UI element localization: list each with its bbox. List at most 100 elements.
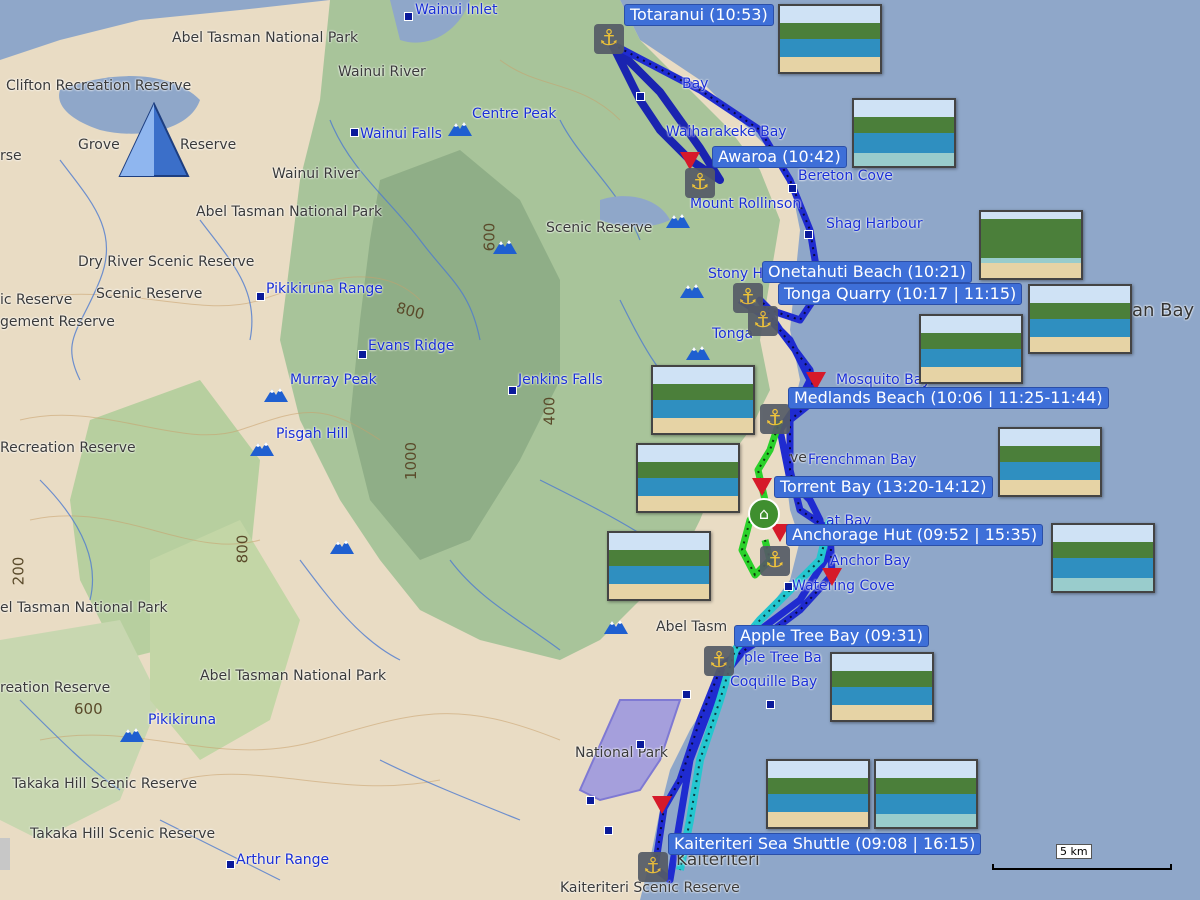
mountain-peak-icon[interactable] xyxy=(666,212,690,228)
poi-label: Arthur Range xyxy=(236,852,330,868)
place-label: gement Reserve xyxy=(0,314,115,330)
place-label: Abel Tasman National Park xyxy=(172,30,359,46)
place-label: Takaka Hill Scenic Reserve xyxy=(12,776,198,792)
mountain-peak-icon[interactable] xyxy=(250,440,274,456)
poi-marker[interactable] xyxy=(682,690,691,699)
elevation-label: 200 xyxy=(9,556,28,586)
stop-label-kaiteriteri[interactable]: Kaiteriteri Sea Shuttle (09:08 | 16:15) xyxy=(668,833,982,855)
poi-label: Pisgah Hill xyxy=(276,426,349,442)
poi-label: Anchor Bay xyxy=(830,553,911,569)
anchor-icon[interactable]: ⚓ xyxy=(638,852,668,882)
place-label: reation Reserve xyxy=(0,680,111,696)
place-label: Abel Tasman National Park xyxy=(196,204,383,220)
place-label: Abel Tasm xyxy=(656,619,728,635)
place-label: Scenic Reserve xyxy=(96,286,203,302)
place-label: el Tasman National Park xyxy=(0,600,168,616)
poi-marker[interactable] xyxy=(636,92,645,101)
anchor-icon[interactable]: ⚓ xyxy=(760,546,790,576)
photo-thumbnail[interactable] xyxy=(979,210,1083,280)
stop-label-anchorage-hut[interactable]: Anchorage Hut (09:52 | 15:35) xyxy=(786,524,1044,546)
elevation-label: 600 xyxy=(74,700,103,718)
place-label: Scenic Reserve xyxy=(546,220,653,236)
poi-marker[interactable] xyxy=(358,350,367,359)
place-label: National Park xyxy=(575,745,669,761)
poi-label: Bay xyxy=(682,76,709,92)
anchor-icon[interactable]: ⚓ xyxy=(685,168,715,198)
place-label: Recreation Reserve xyxy=(0,440,136,456)
photo-thumbnail[interactable] xyxy=(1028,284,1132,354)
poi-marker[interactable] xyxy=(508,386,517,395)
poi-marker[interactable] xyxy=(256,292,265,301)
photo-thumbnail[interactable] xyxy=(607,531,711,601)
mountain-peak-icon[interactable] xyxy=(448,120,472,136)
mountain-peak-icon[interactable] xyxy=(264,386,288,402)
place-label: ic Reserve xyxy=(0,292,73,308)
elevation-label: 800 xyxy=(233,534,252,564)
poi-label: Watering Cove xyxy=(792,578,895,594)
photo-thumbnail[interactable] xyxy=(766,759,870,829)
place-label: Kaiteriteri Scenic Reserve xyxy=(560,880,740,896)
photo-thumbnail[interactable] xyxy=(778,4,882,74)
photo-thumbnail[interactable] xyxy=(919,314,1023,384)
photo-thumbnail[interactable] xyxy=(830,652,934,722)
mountain-peak-icon[interactable] xyxy=(493,238,517,254)
photo-thumbnail[interactable] xyxy=(852,98,956,168)
photo-thumbnail[interactable] xyxy=(998,427,1102,497)
mountain-peak-icon[interactable] xyxy=(604,618,628,634)
poi-marker[interactable] xyxy=(636,740,645,749)
place-label: Dry River Scenic Reserve xyxy=(78,254,255,270)
place-label: Wainui River xyxy=(272,166,360,182)
photo-thumbnail[interactable] xyxy=(874,759,978,829)
poi-label: Centre Peak xyxy=(472,106,557,122)
poi-marker[interactable] xyxy=(226,860,235,869)
flag-pin-icon[interactable] xyxy=(752,478,772,496)
photo-thumbnail[interactable] xyxy=(1051,523,1155,593)
anchor-icon[interactable]: ⚓ xyxy=(748,306,778,336)
flag-pin-icon[interactable] xyxy=(652,796,672,814)
poi-label: Waiharakeke Bay xyxy=(666,124,787,140)
anchor-icon[interactable]: ⚓ xyxy=(760,404,790,434)
elevation-label: 1000 xyxy=(402,441,421,481)
mountain-peak-icon[interactable] xyxy=(330,538,354,554)
mountain-peak-icon[interactable] xyxy=(680,282,704,298)
flag-pin-icon[interactable] xyxy=(822,568,842,586)
anchor-icon[interactable]: ⚓ xyxy=(594,24,624,54)
poi-label: Bereton Cove xyxy=(798,168,893,184)
poi-label: Pikikiruna xyxy=(148,712,217,728)
stop-label-medlands[interactable]: Medlands Beach (10:06 | 11:25-11:44) xyxy=(788,387,1109,409)
stop-label-apple-tree-bay[interactable]: Apple Tree Bay (09:31) xyxy=(734,625,929,647)
stop-label-tonga-quarry[interactable]: Tonga Quarry (10:17 | 11:15) xyxy=(778,283,1023,305)
anchor-icon[interactable]: ⚓ xyxy=(704,646,734,676)
elevation-label: 400 xyxy=(540,396,559,426)
poi-label: Pikikiruna Range xyxy=(266,281,383,297)
poi-label: Frenchman Bay xyxy=(808,452,917,468)
poi-marker[interactable] xyxy=(404,12,413,21)
place-label: Clifton Recreation Reserve xyxy=(6,78,192,94)
place-label: Wainui River xyxy=(338,64,426,80)
poi-label: Mount Rollinson xyxy=(690,196,802,212)
poi-marker[interactable] xyxy=(586,796,595,805)
stop-label-torrent-bay[interactable]: Torrent Bay (13:20-14:12) xyxy=(774,476,993,498)
stop-label-awaroa[interactable]: Awaroa (10:42) xyxy=(712,146,847,168)
stop-label-totaranui[interactable]: Totaranui (10:53) xyxy=(624,4,774,26)
poi-label: Evans Ridge xyxy=(368,338,455,354)
poi-label: Murray Peak xyxy=(290,372,377,388)
poi-marker[interactable] xyxy=(766,700,775,709)
scale-bar: 5 km xyxy=(992,842,1172,872)
poi-marker[interactable] xyxy=(350,128,359,137)
hut-icon[interactable]: ⌂ xyxy=(748,498,780,530)
photo-thumbnail[interactable] xyxy=(651,365,755,435)
mountain-peak-icon[interactable] xyxy=(686,344,710,360)
place-label: Reserve xyxy=(180,137,237,153)
poi-marker[interactable] xyxy=(604,826,613,835)
place-label: Abel Tasman National Park xyxy=(200,668,387,684)
poi-label: Wainui Falls xyxy=(360,126,442,142)
place-label: an Bay xyxy=(1132,300,1195,321)
poi-marker[interactable] xyxy=(788,184,797,193)
poi-marker[interactable] xyxy=(804,230,813,239)
photo-thumbnail[interactable] xyxy=(636,443,740,513)
scale-bar-line xyxy=(992,864,1172,870)
mountain-peak-icon[interactable] xyxy=(120,726,144,742)
stop-label-onetahuti[interactable]: Onetahuti Beach (10:21) xyxy=(762,261,972,283)
poi-label: Mosquito Bay xyxy=(836,372,931,388)
